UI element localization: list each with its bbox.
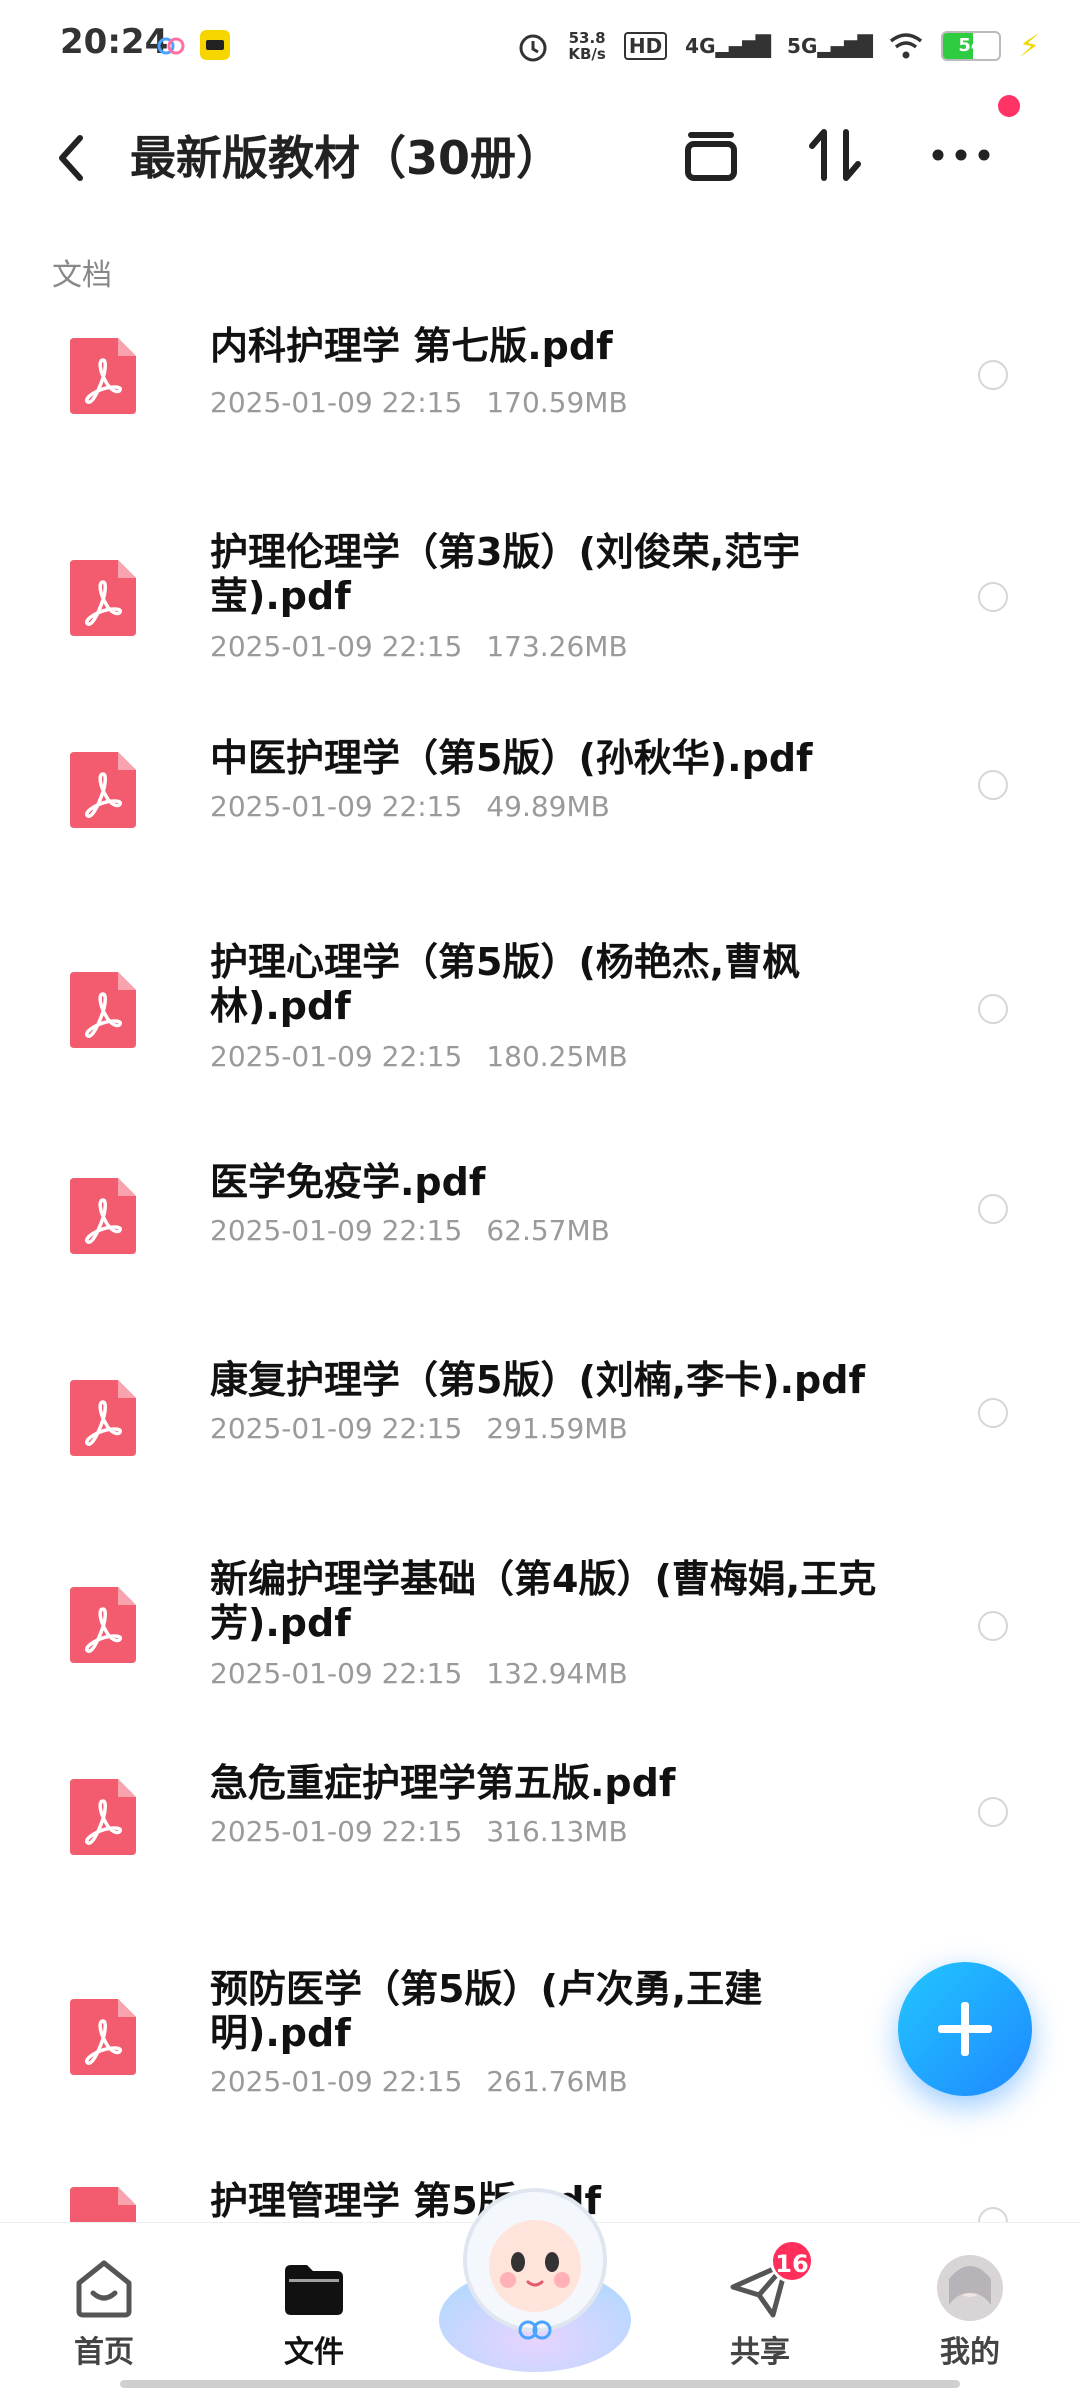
status-bar: 20:24 53.8 KB/s HD 4G▂▄▆█ 5G▂▄▆█ 54 ⚡ — [0, 0, 1080, 90]
file-item[interactable]: 新编护理学基础（第4版）(曹梅娟,王克芳).pdf 2025-01-09 22:… — [0, 1545, 1080, 1725]
select-radio[interactable] — [978, 1611, 1008, 1641]
signal-4g-icon: 4G▂▄▆█ — [685, 34, 771, 58]
more-icon[interactable] — [926, 120, 996, 190]
alarm-icon — [519, 34, 547, 62]
file-meta: 2025-01-09 22:15 49.89MB — [210, 790, 610, 823]
file-meta: 2025-01-09 22:15 291.59MB — [210, 1412, 628, 1445]
header: 最新版教材（30册） — [0, 100, 1080, 210]
file-name: 护理伦理学（第3版）(刘俊荣,范宇莹).pdf — [210, 530, 801, 618]
file-meta: 2025-01-09 22:15 132.94MB — [210, 1657, 628, 1690]
pdf-file-icon — [70, 1178, 136, 1254]
select-radio[interactable] — [978, 1797, 1008, 1827]
nav-home[interactable]: 首页 — [44, 2253, 164, 2373]
nav-files-label: 文件 — [284, 2335, 344, 2370]
select-radio[interactable] — [978, 360, 1008, 390]
add-button[interactable] — [898, 1962, 1032, 2096]
select-radio[interactable] — [978, 2207, 1008, 2222]
assistant-mascot-icon[interactable] — [430, 2170, 640, 2380]
charging-icon: ⚡ — [1018, 28, 1040, 64]
file-item[interactable]: 护理伦理学（第3版）(刘俊荣,范宇莹).pdf 2025-01-09 22:15… — [0, 520, 1080, 700]
select-radio[interactable] — [978, 994, 1008, 1024]
wifi-icon — [889, 33, 923, 59]
select-radio[interactable] — [978, 1398, 1008, 1428]
pdf-file-icon — [70, 1779, 136, 1855]
file-name: 中医护理学（第5版）(孙秋华).pdf — [210, 736, 813, 780]
nav-files[interactable]: 文件 — [254, 2253, 374, 2373]
status-time: 20:24 — [60, 22, 169, 62]
pdf-file-icon — [70, 1999, 136, 2075]
nav-mine[interactable]: 我的 — [910, 2253, 1030, 2373]
home-indicator — [120, 2380, 960, 2388]
pdf-file-icon — [70, 1587, 136, 1663]
pdf-file-icon — [70, 560, 136, 636]
file-name: 新编护理学基础（第4版）(曹梅娟,王克芳).pdf — [210, 1557, 877, 1645]
file-name: 康复护理学（第5版）(刘楠,李卡).pdf — [210, 1358, 865, 1402]
pdf-file-icon — [70, 752, 136, 828]
share-badge: 16 — [770, 2239, 814, 2283]
select-radio[interactable] — [978, 1194, 1008, 1224]
file-meta: 2025-01-09 22:15 173.26MB — [210, 630, 628, 663]
pdf-file-icon — [70, 1380, 136, 1456]
file-item[interactable]: 康复护理学（第5版）(刘楠,李卡).pdf 2025-01-09 22:15 29… — [0, 1340, 1080, 1520]
signal-5g-icon: 5G▂▄▆█ — [787, 34, 873, 58]
file-item[interactable]: 急危重症护理学第五版.pdf 2025-01-09 22:15 316.13MB — [0, 1745, 1080, 1925]
status-icons: 53.8 KB/s HD 4G▂▄▆█ 5G▂▄▆█ 54 ⚡ — [516, 22, 1040, 70]
file-meta: 2025-01-09 22:15 170.59MB — [210, 386, 628, 419]
notification-dot — [998, 95, 1020, 117]
folder-icon — [285, 2265, 343, 2315]
sort-icon[interactable] — [800, 120, 870, 190]
home-icon — [76, 2260, 132, 2318]
pdf-file-icon — [70, 338, 136, 414]
page-title: 最新版教材（30册） — [130, 131, 563, 185]
file-item[interactable]: 中医护理学（第5版）(孙秋华).pdf 2025-01-09 22:15 49.8… — [0, 720, 1080, 900]
select-radio[interactable] — [978, 582, 1008, 612]
file-item[interactable]: 内科护理学 第七版.pdf 2025-01-09 22:15 170.59MB — [0, 300, 1080, 480]
file-name: 急危重症护理学第五版.pdf — [210, 1761, 676, 1805]
network-speed: 53.8 KB/s — [568, 29, 606, 63]
file-item[interactable]: 医学免疫学.pdf 2025-01-09 22:15 62.57MB — [0, 1140, 1080, 1320]
nav-share-label: 共享 — [730, 2335, 790, 2370]
file-meta: 2025-01-09 22:15 62.57MB — [210, 1214, 610, 1247]
nav-home-label: 首页 — [74, 2335, 134, 2370]
nav-share[interactable]: 共享 16 — [700, 2239, 820, 2373]
avatar — [937, 2255, 1003, 2321]
section-label: 文档 — [52, 258, 112, 293]
file-meta: 2025-01-09 22:15 316.13MB — [210, 1815, 628, 1848]
file-name: 预防医学（第5版）(卢次勇,王建明).pdf — [210, 1967, 763, 2055]
back-arrow-icon[interactable] — [48, 128, 98, 188]
battery-icon: 54 — [940, 31, 1001, 61]
file-meta: 2025-01-09 22:15 261.76MB — [210, 2065, 628, 2098]
file-name: 护理心理学（第5版）(杨艳杰,曹枫林).pdf — [210, 940, 801, 1028]
archive-icon[interactable] — [676, 120, 746, 190]
select-radio[interactable] — [978, 770, 1008, 800]
file-name: 内科护理学 第七版.pdf — [210, 324, 613, 368]
file-meta: 2025-01-09 22:15 180.25MB — [210, 1040, 628, 1073]
pdf-file-icon — [70, 972, 136, 1048]
file-name: 医学免疫学.pdf — [210, 1160, 486, 1204]
yellow-app-icon — [200, 30, 230, 60]
nav-mine-label: 我的 — [940, 2335, 1000, 2370]
file-item[interactable]: 护理心理学（第5版）(杨艳杰,曹枫林).pdf 2025-01-09 22:15… — [0, 930, 1080, 1110]
cloud-app-icon — [157, 37, 185, 55]
pdf-file-icon — [70, 2187, 136, 2222]
hd-indicator: HD — [623, 32, 668, 60]
